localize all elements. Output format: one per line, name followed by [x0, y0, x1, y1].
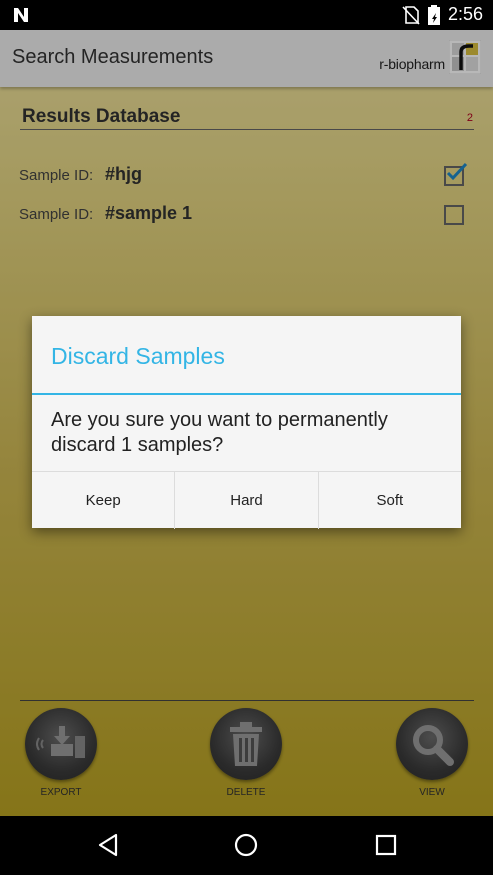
hard-button[interactable]: Hard	[175, 472, 319, 529]
keep-button[interactable]: Keep	[32, 472, 176, 529]
recents-icon[interactable]	[373, 832, 399, 858]
status-bar: 2:56	[0, 0, 493, 30]
back-icon[interactable]	[96, 832, 122, 858]
dialog-title: Discard Samples	[51, 343, 225, 369]
soft-button[interactable]: Soft	[319, 472, 461, 529]
dialog-button-bar: Keep Hard Soft	[32, 471, 461, 529]
navigation-bar	[0, 816, 493, 875]
notification-n-icon	[14, 8, 28, 22]
discard-samples-dialog: Discard Samples Are you sure you want to…	[32, 316, 461, 529]
dialog-message: Are you sure you want to permanently dis…	[51, 409, 388, 456]
no-sim-icon	[402, 5, 420, 25]
dialog-divider	[32, 393, 461, 395]
home-icon[interactable]	[233, 832, 259, 858]
clock: 2:56	[447, 4, 483, 24]
battery-icon	[427, 4, 440, 25]
